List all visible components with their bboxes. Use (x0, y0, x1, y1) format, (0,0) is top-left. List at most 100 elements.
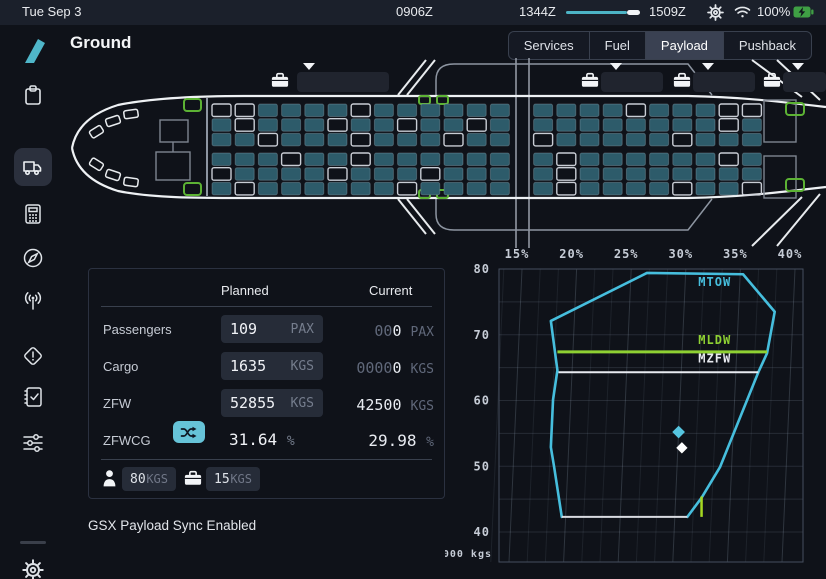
seat[interactable] (351, 104, 370, 117)
seat[interactable] (305, 168, 324, 181)
seat[interactable] (626, 119, 645, 132)
seat[interactable] (580, 119, 599, 132)
seat[interactable] (490, 104, 509, 117)
seat[interactable] (742, 133, 761, 146)
seat[interactable] (626, 104, 645, 117)
seat[interactable] (534, 133, 553, 146)
seat[interactable] (351, 182, 370, 195)
seat[interactable] (534, 104, 553, 117)
sidebar-item-tuning[interactable] (21, 431, 45, 455)
seat[interactable] (235, 168, 254, 181)
seat[interactable] (742, 168, 761, 181)
settings-gear-icon[interactable] (707, 4, 724, 21)
tab-services[interactable]: Services (509, 32, 589, 59)
seat[interactable] (696, 119, 715, 132)
zfw-planned-input[interactable]: 52855 KGS (221, 389, 323, 417)
seat[interactable] (282, 182, 301, 195)
seat[interactable] (235, 153, 254, 166)
seat[interactable] (626, 182, 645, 195)
tab-pushback[interactable]: Pushback (723, 32, 811, 59)
seat[interactable] (580, 182, 599, 195)
seat[interactable] (650, 153, 669, 166)
seat[interactable] (305, 104, 324, 117)
seat[interactable] (467, 182, 486, 195)
seat[interactable] (719, 153, 738, 166)
seat[interactable] (305, 153, 324, 166)
seat[interactable] (467, 104, 486, 117)
seat[interactable] (603, 153, 622, 166)
seat[interactable] (258, 119, 277, 132)
seat[interactable] (328, 119, 347, 132)
seat[interactable] (719, 104, 738, 117)
seat[interactable] (490, 153, 509, 166)
cargo-hold-input-3[interactable] (693, 72, 755, 92)
sidebar-item-navigation[interactable] (21, 246, 45, 270)
tab-payload[interactable]: Payload (645, 32, 723, 59)
seat[interactable] (603, 104, 622, 117)
seat[interactable] (557, 168, 576, 181)
seat[interactable] (421, 104, 440, 117)
seat[interactable] (421, 133, 440, 146)
seat[interactable] (444, 119, 463, 132)
seat[interactable] (421, 182, 440, 195)
seat[interactable] (282, 168, 301, 181)
sidebar-item-checklists[interactable] (21, 385, 45, 409)
passengers-planned-input[interactable]: 109 PAX (221, 315, 323, 343)
seat[interactable] (580, 104, 599, 117)
seat[interactable] (673, 119, 692, 132)
pax-weight-input[interactable]: 80 KGS (122, 467, 176, 491)
seat[interactable] (328, 104, 347, 117)
seat[interactable] (374, 119, 393, 132)
seat[interactable] (282, 104, 301, 117)
seat[interactable] (212, 168, 231, 181)
seat[interactable] (696, 168, 715, 181)
seat[interactable] (719, 168, 738, 181)
seat[interactable] (328, 133, 347, 146)
seat[interactable] (603, 168, 622, 181)
seat[interactable] (421, 168, 440, 181)
seat[interactable] (742, 182, 761, 195)
seat[interactable] (235, 119, 254, 132)
seat[interactable] (673, 104, 692, 117)
seat[interactable] (650, 119, 669, 132)
seat[interactable] (719, 182, 738, 195)
seat[interactable] (626, 153, 645, 166)
seat[interactable] (305, 182, 324, 195)
seat[interactable] (534, 182, 553, 195)
seat[interactable] (603, 119, 622, 132)
seat[interactable] (719, 133, 738, 146)
seat[interactable] (557, 182, 576, 195)
seat[interactable] (696, 104, 715, 117)
seat[interactable] (534, 168, 553, 181)
seat[interactable] (490, 119, 509, 132)
seat[interactable] (557, 119, 576, 132)
seat[interactable] (696, 153, 715, 166)
seat[interactable] (212, 104, 231, 117)
seat[interactable] (351, 133, 370, 146)
seat[interactable] (580, 153, 599, 166)
settings-gear-icon[interactable] (21, 558, 45, 579)
seat[interactable] (374, 153, 393, 166)
seat[interactable] (467, 133, 486, 146)
seat[interactable] (235, 104, 254, 117)
seat[interactable] (444, 133, 463, 146)
seat[interactable] (258, 168, 277, 181)
seat[interactable] (603, 133, 622, 146)
seat[interactable] (719, 119, 738, 132)
seat[interactable] (557, 133, 576, 146)
seat[interactable] (398, 133, 417, 146)
seat[interactable] (490, 133, 509, 146)
seat[interactable] (351, 168, 370, 181)
seat[interactable] (534, 119, 553, 132)
seat[interactable] (444, 153, 463, 166)
seat[interactable] (673, 133, 692, 146)
seat[interactable] (374, 168, 393, 181)
seat[interactable] (258, 133, 277, 146)
seat[interactable] (421, 153, 440, 166)
seat[interactable] (467, 119, 486, 132)
seat[interactable] (258, 104, 277, 117)
sidebar-item-performance[interactable] (21, 202, 45, 226)
seat[interactable] (557, 104, 576, 117)
seat[interactable] (235, 133, 254, 146)
sidebar-item-radios[interactable] (21, 289, 45, 313)
